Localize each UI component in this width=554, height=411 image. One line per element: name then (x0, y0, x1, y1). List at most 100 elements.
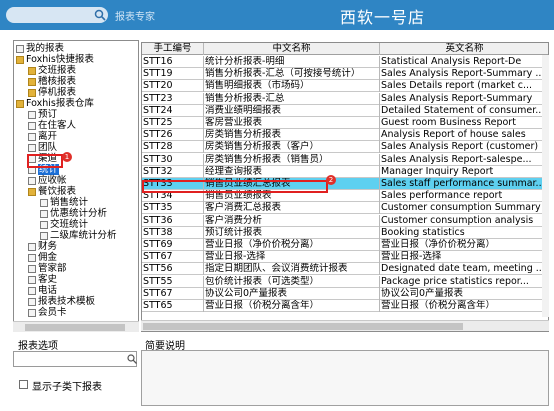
tree-item-label: 应收帐 (38, 175, 67, 186)
table-cell-cn: 协议公司0产量报表 (204, 287, 380, 300)
tree-item[interactable]: 在住客人 (28, 120, 76, 131)
tree-item[interactable]: 应收帐 (28, 175, 67, 186)
table-cell-en: 营业日报（价税分离含年） (380, 300, 548, 312)
table-cell-code: STT35 (142, 202, 204, 215)
tree-item-label: 报表技术模板 (38, 296, 96, 307)
table-row[interactable]: STT56 指定日期团队、会议消费统计报表 Designated date team… (142, 263, 548, 276)
page-icon (28, 286, 36, 295)
table-cell-en: Analysis Report of house sales (380, 129, 548, 141)
report-search-box[interactable] (6, 7, 108, 23)
table-scroll-thumb[interactable] (143, 323, 463, 330)
tree-item[interactable]: 团队 (28, 142, 57, 153)
table-row[interactable]: STT38 预订统计报表 Booking statistics (142, 226, 548, 239)
tree-item[interactable]: 稽核报表 (28, 76, 76, 87)
table-horizontal-scrollbar[interactable] (141, 320, 549, 331)
tree-item[interactable]: 佣金 (28, 252, 57, 263)
table-cell-code: STT28 (142, 141, 204, 154)
tree-item[interactable]: 管家部 (28, 263, 67, 274)
table-row[interactable]: STT65 营业日报（价税分离含年） 营业日报（价税分离含年） (142, 300, 548, 312)
tree-item[interactable]: 财务 (28, 241, 57, 252)
folder-icon (16, 55, 24, 64)
table-cell-cn: 包价统计报表（可选类型） (204, 275, 380, 288)
table-cell-en: Guest room Business Report (380, 117, 548, 129)
tree-item[interactable]: 会员卡 (28, 307, 67, 318)
page-icon (28, 275, 36, 284)
table-row[interactable]: STT67 协议公司0产量报表 协议公司0产量报表 (142, 287, 548, 300)
tree-item-label: 财务 (38, 241, 58, 252)
search-icon[interactable] (94, 9, 106, 21)
table-cell-en: 营业日报（净价价税分离） (380, 239, 548, 251)
tree-item[interactable]: 交班报表 (28, 65, 76, 76)
tree-item[interactable]: 报表技术模板 (28, 296, 95, 307)
table-row[interactable]: STT55 包价统计报表（可选类型） Package price statistic… (142, 275, 548, 288)
table-row[interactable]: STT28 房类销售分析报表（客户） Sales Analysis Report (… (142, 141, 548, 154)
table-cell-code: STT36 (142, 214, 204, 227)
table-row[interactable]: STT32 经理查询报表 Manager Inquiry Report (142, 165, 548, 178)
table-row[interactable]: STT16 统计分析报表-明细 Statistical Analysis Repor… (142, 56, 548, 68)
table-cell-en: Manager Inquiry Report (380, 166, 548, 178)
tree-item-label: 会员卡 (38, 307, 67, 318)
table-cell-en: Designated date team, meeting ... (380, 263, 548, 275)
annotation-badge-2: 2 (326, 175, 336, 185)
table-cell-en: Sales staff performance summar... (380, 178, 548, 190)
tree-item-label: 销售统计 (50, 197, 89, 208)
table-cell-en: Sales Analysis Report (customer) (380, 141, 548, 153)
tree-item[interactable]: 二级库统计分析 (40, 230, 117, 241)
table-cell-cn: 消费业绩明细报表 (204, 104, 380, 117)
table-cell-code: STT32 (142, 165, 204, 178)
tree-item[interactable]: 优惠统计分析 (40, 208, 107, 219)
tree-item-label: 优惠统计分析 (50, 208, 108, 219)
report-options-search-input[interactable] (13, 351, 137, 367)
table-cell-code: STT19 (142, 68, 204, 81)
table-row[interactable]: STT19 销售分析报表-汇总（可按接号统计） Sales Analysis Rep… (142, 68, 548, 81)
column-header-code[interactable]: 手工编号 (142, 43, 204, 55)
column-header-cn-name[interactable]: 中文名称 (204, 43, 380, 55)
table-vertical-scrollbar[interactable] (542, 55, 549, 317)
table-row[interactable]: STT35 客户消费汇总报表 Customer consumption Summar… (142, 202, 548, 215)
table-row[interactable]: STT26 房类销售分析报表 Analysis Report of house sa… (142, 129, 548, 142)
tree-item[interactable]: 餐饮报表 (28, 186, 76, 197)
tree-item[interactable]: 离开 (28, 131, 57, 142)
tree-item[interactable]: 电话 (28, 285, 57, 296)
tree-item-label: Foxhis报表仓库 (26, 98, 94, 109)
tree-item-label: 电话 (38, 285, 58, 296)
table-row[interactable]: STT36 客户消费分析 Customer consumption analysis (142, 214, 548, 227)
search-icon[interactable] (127, 354, 137, 364)
tree-item[interactable]: 客史 (28, 274, 57, 285)
table-cell-code: STT56 (142, 263, 204, 276)
page-icon (28, 242, 36, 251)
folder-icon (16, 44, 24, 53)
table-cell-cn: 销售明细报表（市场码） (204, 80, 380, 93)
search-label: 报表专家 (115, 12, 155, 23)
tree-item[interactable]: 交班统计 (40, 219, 88, 230)
tree-horizontal-scrollbar[interactable] (13, 321, 139, 332)
show-subcategory-checkbox[interactable] (19, 380, 28, 389)
table-row[interactable]: STT23 销售分析报表-汇总 Sales Analysis Report-Summ… (142, 92, 548, 105)
table-row[interactable]: STT67 营业日报-选择 营业日报-选择 (142, 251, 548, 264)
table-cell-code: STT65 (142, 300, 204, 312)
tree-scroll-thumb[interactable] (25, 324, 125, 331)
tree-item[interactable]: 销售统计 (40, 197, 88, 208)
folder-icon (28, 66, 36, 75)
tree-item[interactable]: 我的报表 (16, 43, 64, 54)
tree-item-label: 交班报表 (38, 65, 77, 76)
table-row[interactable]: STT69 营业日报（净价价税分离） 营业日报（净价价税分离） (142, 239, 548, 251)
table-row[interactable]: STT20 销售明细报表（市场码） Sales Details report (ma… (142, 80, 548, 93)
table-row[interactable]: STT24 消费业绩明细报表 Detailed Statement of consu… (142, 104, 548, 117)
table-cell-code: STT55 (142, 275, 204, 288)
report-tree[interactable]: 我的报表 Foxhis快捷报表 交班报表 稽核报表 停机报表 Foxhis报表仓库 预订 在住… (13, 40, 139, 332)
tree-item[interactable]: 停机报表 (28, 87, 76, 98)
tree-item[interactable]: 预订 (28, 109, 57, 120)
page-icon (28, 308, 36, 317)
tree-item-label: 预订 (38, 109, 58, 120)
table-cell-en: Sales Analysis Report-salespe... (380, 154, 548, 166)
tree-item-label: 餐饮报表 (38, 186, 77, 197)
table-cell-cn: 营业日报（净价价税分离） (204, 239, 380, 251)
table-cell-en: Sales Analysis Report-Summary (380, 93, 548, 105)
table-row[interactable]: STT30 房类销售分析报表（销售员） Sales Analysis Report-… (142, 153, 548, 166)
tree-item[interactable]: Foxhis报表仓库 (16, 98, 94, 109)
column-header-en-name[interactable]: 英文名称 (380, 43, 548, 55)
page-icon (28, 110, 36, 119)
tree-item[interactable]: Foxhis快捷报表 (16, 54, 94, 65)
table-row[interactable]: STT25 客房营业报表 Guest room Business Report (142, 117, 548, 129)
